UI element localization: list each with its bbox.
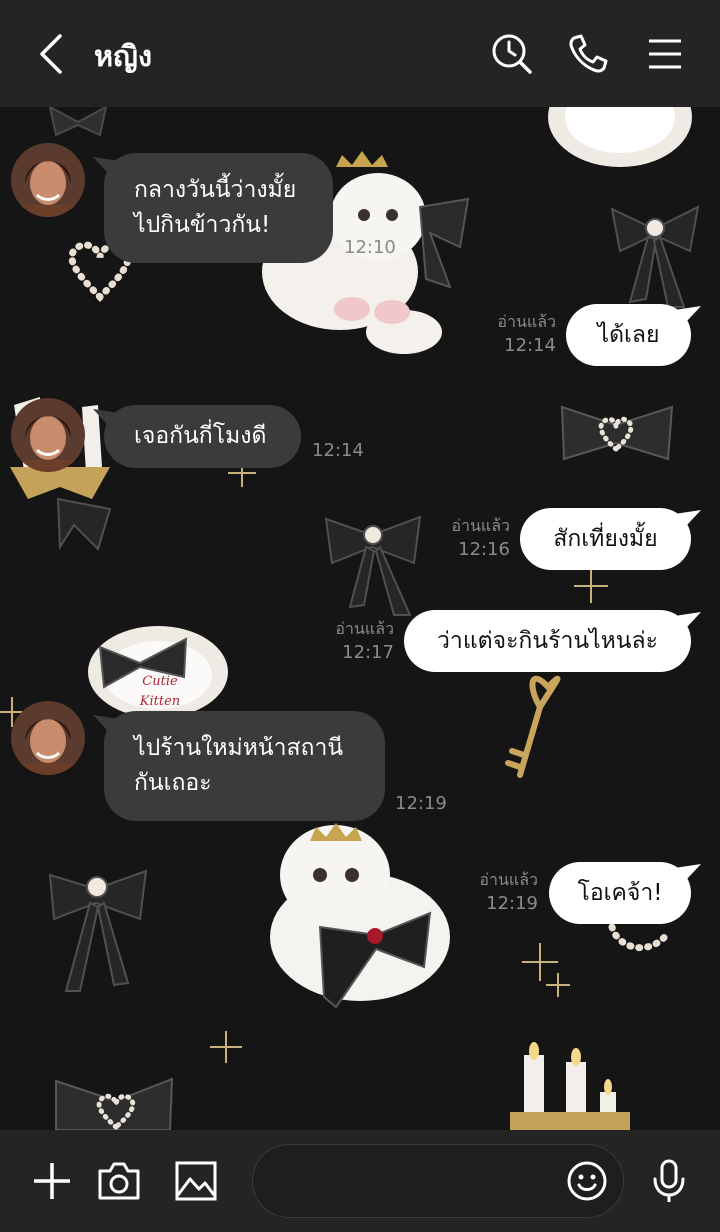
chat-title: หญิง [94, 39, 152, 73]
message-bubble-outgoing[interactable]: สักเที่ยงมั้ย [520, 508, 691, 570]
message-bubble-incoming[interactable]: ไปร้านใหม่หน้าสถานี กันเถอะ [104, 711, 385, 821]
message-time: 12:14 [504, 335, 556, 356]
microphone-icon[interactable] [645, 1157, 693, 1205]
message-time: 12:14 [312, 440, 364, 461]
emoji-icon[interactable] [563, 1157, 611, 1205]
contact-avatar[interactable] [11, 701, 85, 775]
contact-avatar[interactable] [11, 143, 85, 217]
message-time: 12:19 [395, 793, 447, 814]
message-bubble-incoming[interactable]: เจอกันกี่โมงดี [104, 405, 301, 468]
message-time: 12:17 [342, 642, 394, 663]
plus-icon[interactable] [28, 1157, 76, 1205]
message-time: 12:10 [344, 237, 396, 258]
message-text: ไปร้านใหม่หน้าสถานี กันเถอะ [134, 735, 344, 796]
back-icon[interactable] [28, 30, 76, 78]
read-receipt: อ่านแล้ว [335, 619, 394, 638]
phone-icon[interactable] [564, 30, 612, 78]
message-time: 12:19 [486, 893, 538, 914]
message-meta: อ่านแล้ว 12:14 [497, 311, 556, 359]
read-receipt: อ่านแล้ว [479, 870, 538, 889]
contact-avatar[interactable] [11, 398, 85, 472]
chat-header: หญิง [0, 0, 720, 107]
message-bubble-outgoing[interactable]: ว่าแต่จะกินร้านไหนล่ะ [404, 610, 691, 672]
message-composer [0, 1130, 720, 1232]
message-meta: อ่านแล้ว 12:17 [335, 618, 394, 666]
image-icon[interactable] [172, 1157, 220, 1205]
message-time: 12:16 [458, 539, 510, 560]
message-text: ว่าแต่จะกินร้านไหนล่ะ [437, 627, 658, 654]
message-text: ได้เลย [597, 321, 660, 348]
camera-icon[interactable] [95, 1157, 143, 1205]
message-text: เจอกันกี่โมงดี [134, 423, 267, 449]
message-text: สักเที่ยงมั้ย [553, 525, 658, 552]
sticker-text-cutie: Cutie [142, 674, 178, 689]
sticker-text-kitten: Kitten [139, 694, 180, 709]
read-receipt: อ่านแล้ว [451, 516, 510, 535]
message-bubble-incoming[interactable]: กลางวันนี้ว่างมั้ย ไปกินข้าวกัน! [104, 153, 333, 263]
read-receipt: อ่านแล้ว [497, 312, 556, 331]
message-meta: อ่านแล้ว 12:16 [451, 515, 510, 563]
chat-area[interactable]: Cutie Kitten กลางวันนี้ว่างมั้ย ไปกินข้า… [0, 107, 720, 1130]
message-bubble-outgoing[interactable]: ได้เลย [566, 304, 691, 366]
message-meta: อ่านแล้ว 12:19 [479, 869, 538, 917]
clock-search-icon[interactable] [488, 30, 536, 78]
menu-icon[interactable] [641, 30, 689, 78]
message-bubble-outgoing[interactable]: โอเคจ้า! [549, 862, 691, 924]
message-text: กลางวันนี้ว่างมั้ย ไปกินข้าวกัน! [134, 177, 297, 238]
message-text: โอเคจ้า! [577, 879, 663, 906]
